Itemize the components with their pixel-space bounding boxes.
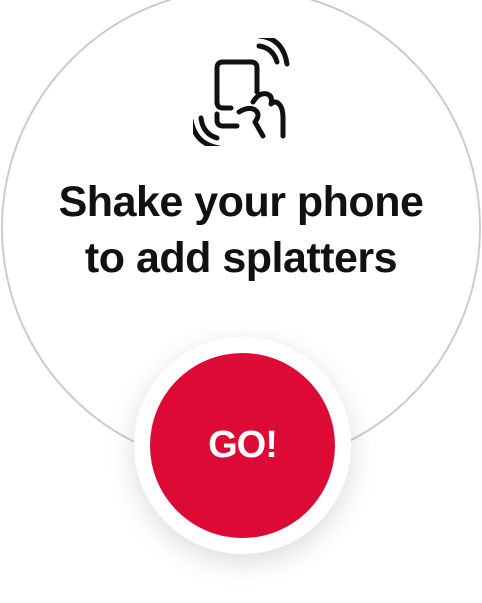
shake-prompt-line-1: Shake your phone	[58, 178, 424, 226]
go-button[interactable]: GO!	[150, 353, 335, 538]
shake-prompt-title: Shake your phone to add splatters	[0, 174, 482, 286]
shake-prompt-line-2: to add splatters	[84, 234, 398, 282]
shake-phone-icon	[193, 38, 290, 146]
